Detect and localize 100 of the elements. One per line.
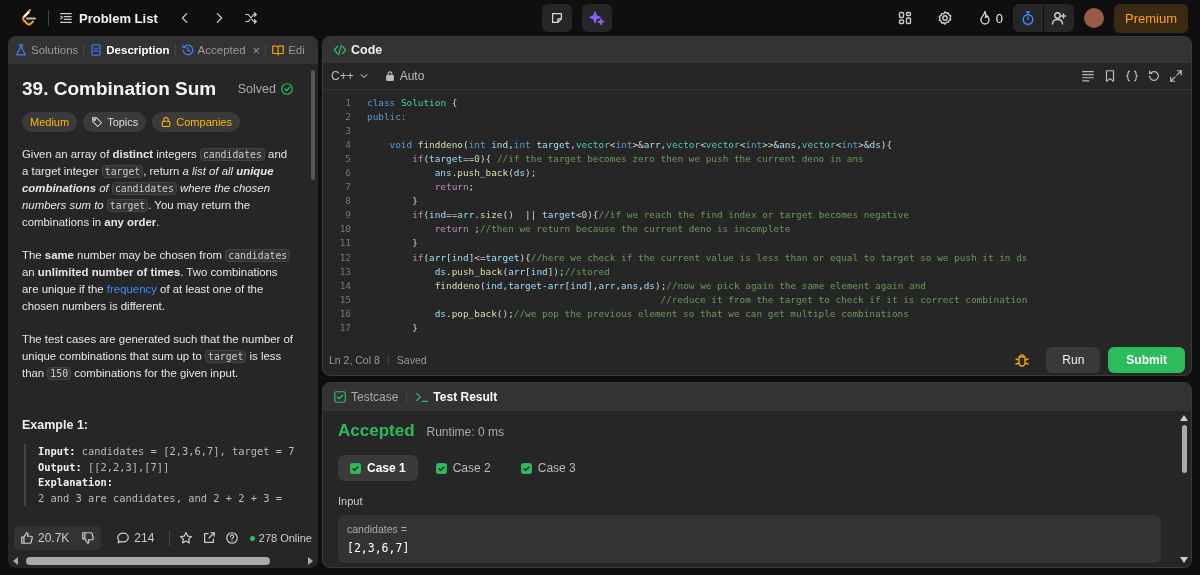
line-number: 11 (338, 237, 351, 249)
line-number: 10 (338, 223, 351, 235)
debug-icon[interactable] (1014, 352, 1031, 368)
star-icon[interactable] (179, 531, 194, 545)
tag-chip[interactable]: Medium (22, 112, 78, 132)
sparkle-icon (589, 10, 606, 26)
input-value: [2,3,6,7] (347, 541, 411, 555)
verdict-label: Accepted (338, 421, 415, 441)
run-button[interactable]: Run (1046, 347, 1101, 373)
braces-icon[interactable] (1125, 69, 1139, 83)
format-icon[interactable] (1081, 69, 1095, 83)
scroll-up-icon[interactable] (1180, 415, 1188, 421)
description-paragraph: Given an array of distinct integers candidates and a target integer target , return a list of all unique combinations of candidates where the chosen numbers sum to target . You may return the combinations in any order. (22, 147, 289, 230)
input-label: Input (338, 495, 364, 507)
panel-tab[interactable]: Edi (269, 43, 307, 57)
panel-tab[interactable]: Accepted (178, 43, 248, 57)
scrollbar[interactable] (311, 70, 315, 180)
input-name: candidates = (347, 523, 408, 535)
code-line: class Solution { (367, 96, 458, 108)
scrollbar[interactable] (26, 557, 270, 565)
lock-icon (160, 116, 173, 128)
timer-button[interactable] (1013, 4, 1043, 32)
scroll-down-icon[interactable] (1180, 557, 1188, 563)
avatar[interactable] (1084, 8, 1104, 28)
premium-button[interactable]: Premium (1114, 3, 1188, 33)
line-number: 3 (344, 124, 351, 136)
bookmark-icon[interactable] (1103, 69, 1117, 83)
history-icon (180, 43, 195, 57)
panel-tab[interactable]: Testcase (333, 390, 399, 404)
reset-icon[interactable] (1147, 69, 1161, 83)
auto-label: Auto (399, 69, 425, 83)
online-count: 278 Online (258, 532, 312, 544)
invite-button[interactable] (1044, 4, 1074, 32)
scroll-right-icon[interactable] (306, 557, 314, 565)
document-icon (89, 43, 104, 57)
line-number: 13 (338, 265, 351, 277)
code-line: } (411, 322, 418, 334)
help-icon[interactable] (225, 531, 240, 545)
line-number: 14 (338, 279, 351, 291)
scroll-left-icon[interactable] (12, 557, 20, 565)
notes-button[interactable] (542, 4, 573, 32)
expand-icon[interactable] (1169, 69, 1183, 83)
tag-chip[interactable]: Companies (152, 112, 240, 132)
case-tab[interactable]: Case 1 (338, 455, 418, 481)
share-icon[interactable] (202, 531, 217, 545)
description-paragraph: The test cases are generated such that the number of unique combinations that sum up to target is less than 150 combinations for the given input. (22, 332, 294, 382)
code-line: ds.pop_back();//we pop the previous element so that we can get multiple combinations (433, 307, 909, 319)
line-number: 8 (344, 195, 351, 207)
book-icon (271, 43, 286, 57)
line-number: 15 (338, 293, 351, 305)
line-number: 17 (338, 322, 351, 334)
example-title: Example 1: (22, 418, 89, 432)
example-line: 2 and 3 are candidates, and 2 + 2 + 3 = (38, 490, 283, 506)
line-number: 9 (344, 209, 351, 221)
note-icon (550, 11, 565, 25)
stopwatch-icon (1020, 10, 1036, 26)
runtime-label: Runtime: 0 ms (426, 425, 504, 439)
problem-list-link[interactable]: Problem List (79, 10, 158, 26)
layout-icon[interactable] (896, 10, 913, 26)
line-number: 5 (344, 152, 351, 164)
code-line: public: (367, 110, 407, 122)
code-line: finddeno(ind,target-arr[ind],arr,ans,ds);//now we pick again the same element again and (433, 279, 926, 291)
panel-tab[interactable]: Description (87, 43, 172, 57)
shuffle-icon[interactable] (243, 11, 258, 25)
thumbs-up-icon (20, 531, 34, 545)
scrollbar[interactable] (1181, 425, 1187, 473)
close-tab-button[interactable]: × (250, 42, 263, 58)
line-number: 2 (344, 110, 351, 122)
flask-icon (14, 43, 28, 57)
language-dropdown[interactable]: C++ (331, 69, 370, 83)
streak-count: 0 (995, 10, 1003, 26)
example-line: Explanation: (38, 475, 115, 490)
panel-tab[interactable]: Test Result (415, 390, 498, 404)
problem-title: 39. Combination Sum (22, 78, 217, 100)
line-number: 6 (344, 167, 351, 178)
code-line: return ;//then we return because the current deno is incomplete (433, 223, 791, 235)
description-paragraph: The same number may be chosen from candidates an unlimited number of times. Two combinations are unique if the frequency of at least one of the chosen numbers is different. (22, 247, 294, 315)
code-line: void finddeno(int ind,int target,vector<int>&arr,vector<vector<int>>&ans,vector<int>&ds){ (388, 138, 893, 150)
panel-tab[interactable]: Solutions (12, 43, 81, 57)
line-number: 7 (344, 181, 351, 193)
code-panel-title: Code (351, 43, 383, 57)
code-line: if(target==0){ //if the target becomes zero then we push the current deno in ans (411, 152, 864, 164)
case-tab[interactable]: Case 3 (508, 455, 588, 481)
code-line: ans.push_back(ds); (433, 167, 537, 178)
comments-button[interactable]: 214 (110, 526, 161, 550)
line-number: 16 (338, 307, 351, 319)
frequency-link[interactable]: frequency (106, 283, 157, 295)
line-number: 4 (344, 138, 351, 150)
ai-button[interactable] (582, 4, 613, 32)
checkbox-icon (333, 390, 347, 404)
code-line: //reduce it from the target to check if it is correct combination (659, 293, 1028, 305)
list-icon[interactable] (59, 11, 73, 25)
code-line: if(ind==arr.size() || target<0){//if we reach the find index or target becomes negative (411, 209, 909, 221)
case-tab[interactable]: Case 2 (423, 455, 503, 481)
tag-chip[interactable]: Topics (83, 112, 147, 132)
comment-icon (116, 531, 131, 545)
settings-icon[interactable] (936, 10, 953, 26)
save-status: Saved (396, 354, 427, 366)
check-circle-icon (280, 82, 294, 96)
code-line: return; (433, 181, 475, 193)
